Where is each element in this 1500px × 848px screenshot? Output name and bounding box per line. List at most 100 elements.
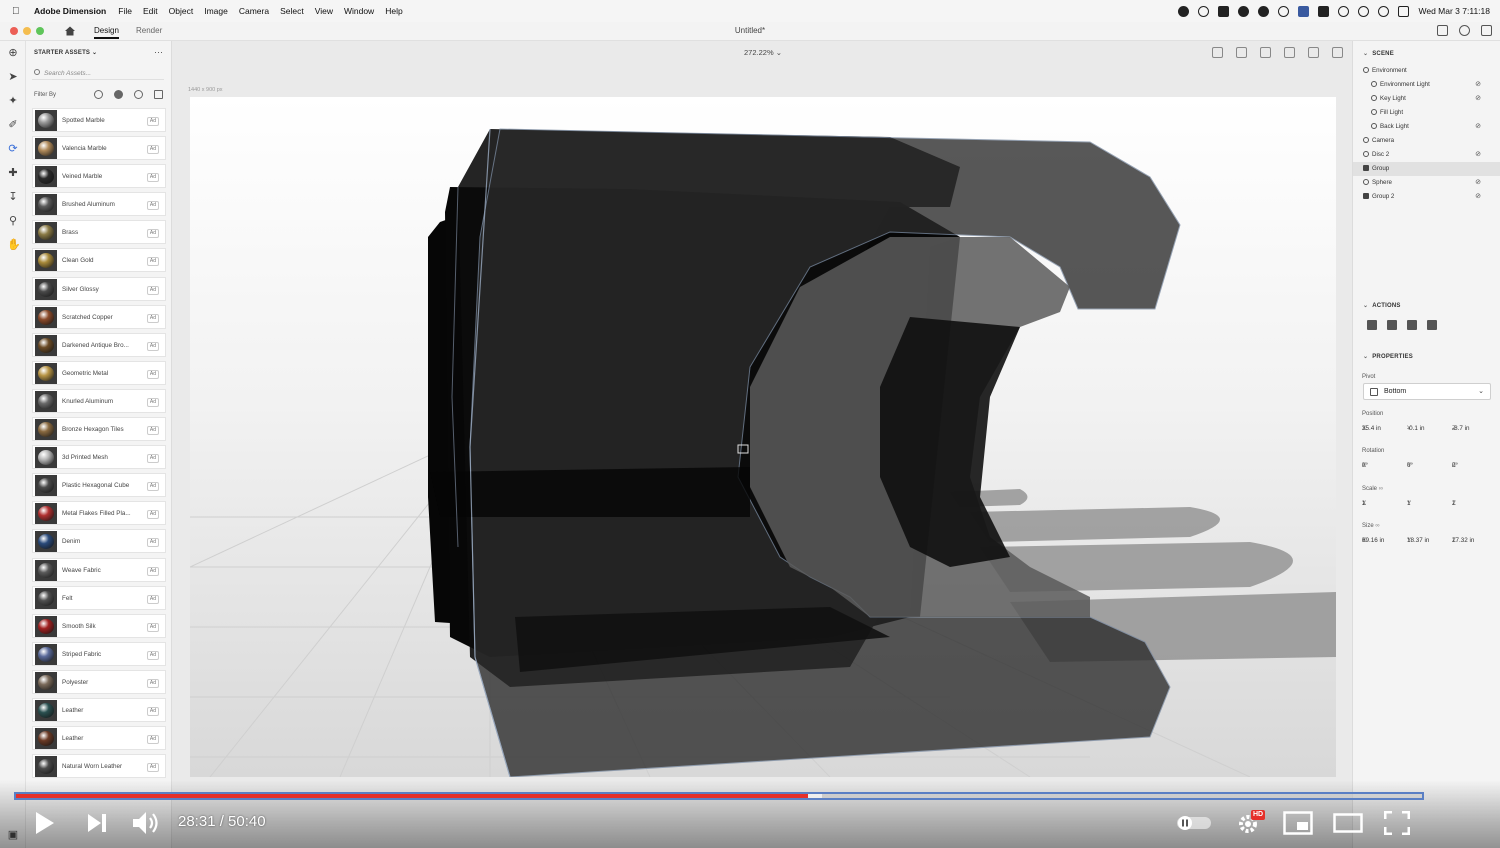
asset-item[interactable]: Scratched Copper Ad bbox=[32, 304, 166, 329]
asset-item[interactable]: Natural Worn Leather Ad bbox=[32, 754, 166, 779]
asset-item[interactable]: Denim Ad bbox=[32, 529, 166, 554]
asset-item[interactable]: Weave Fabric Ad bbox=[32, 557, 166, 582]
visibility-hidden-icon[interactable]: ⊘ bbox=[1475, 190, 1481, 204]
link-icon[interactable]: ∞ bbox=[1379, 486, 1383, 492]
scene-item[interactable]: Group bbox=[1353, 162, 1500, 176]
hand-tool-icon[interactable]: ✋ bbox=[7, 239, 21, 251]
asset-item[interactable]: Veined Marble Ad bbox=[32, 164, 166, 189]
menu-window[interactable]: Window bbox=[344, 6, 374, 16]
moon-icon[interactable] bbox=[1378, 5, 1390, 17]
zoom-tool-icon[interactable]: ⚲ bbox=[7, 215, 19, 227]
scene-item[interactable]: Key Light ⊘ bbox=[1353, 92, 1500, 106]
scene-item[interactable]: Back Light ⊘ bbox=[1353, 120, 1500, 134]
select-tool-icon[interactable]: ➤ bbox=[7, 71, 19, 83]
asset-item[interactable]: Leather Ad bbox=[32, 726, 166, 751]
visibility-hidden-icon[interactable]: ⊘ bbox=[1475, 78, 1481, 92]
trash-icon[interactable] bbox=[1367, 320, 1377, 330]
asset-item[interactable]: Plastic Hexagonal Cube Ad bbox=[32, 473, 166, 498]
help-icon[interactable] bbox=[1459, 25, 1470, 36]
scene-item[interactable]: Environment bbox=[1353, 64, 1500, 78]
asset-item[interactable]: Leather Ad bbox=[32, 697, 166, 722]
asset-item[interactable]: Smooth Silk Ad bbox=[32, 613, 166, 638]
asset-item[interactable]: Felt Ad bbox=[32, 585, 166, 610]
visibility-hidden-icon[interactable]: ⊘ bbox=[1475, 92, 1481, 106]
properties-section-header[interactable]: ⌄ PROPERTIES bbox=[1363, 353, 1413, 360]
drop-to-ground-icon[interactable] bbox=[1427, 320, 1437, 330]
asset-item[interactable]: Brushed Aluminum Ad bbox=[32, 192, 166, 217]
orbit-tool-icon[interactable]: ⟳ bbox=[7, 143, 19, 155]
add-content-icon[interactable]: ⊕ bbox=[7, 47, 19, 59]
menubar-clock[interactable]: Wed Mar 3 7:11:18 bbox=[1418, 6, 1490, 16]
asset-item[interactable]: Polyester Ad bbox=[32, 669, 166, 694]
cloud-icon[interactable] bbox=[1238, 5, 1250, 17]
volume-icon[interactable] bbox=[1318, 5, 1330, 17]
group-folder-icon[interactable] bbox=[1407, 320, 1417, 330]
pan-tool-icon[interactable]: ✚ bbox=[7, 167, 19, 179]
control-center-icon[interactable] bbox=[1398, 5, 1410, 17]
menu-file[interactable]: File bbox=[118, 6, 132, 16]
filter-lights-icon[interactable] bbox=[134, 90, 143, 99]
apple-icon[interactable]:  bbox=[12, 6, 30, 17]
menu-object[interactable]: Object bbox=[169, 6, 194, 16]
scene-item[interactable]: Environment Light ⊘ bbox=[1353, 78, 1500, 92]
play-icon[interactable] bbox=[34, 811, 56, 835]
scene-section-header[interactable]: ⌄ SCENE bbox=[1363, 50, 1394, 57]
flag-icon[interactable] bbox=[1298, 5, 1310, 17]
search-icon[interactable] bbox=[1358, 5, 1370, 17]
dropbox-icon[interactable] bbox=[1218, 5, 1230, 17]
close-window-button[interactable] bbox=[10, 27, 18, 35]
time-machine-icon[interactable] bbox=[1278, 5, 1290, 17]
3d-canvas[interactable] bbox=[190, 97, 1336, 777]
tab-design[interactable]: Design bbox=[94, 26, 119, 39]
scene-item[interactable]: Camera bbox=[1353, 134, 1500, 148]
redo-camera-icon[interactable] bbox=[1284, 47, 1295, 58]
menu-help[interactable]: Help bbox=[385, 6, 402, 16]
menu-image[interactable]: Image bbox=[204, 6, 228, 16]
asset-item[interactable]: Darkened Antique Bro... Ad bbox=[32, 332, 166, 357]
home-icon[interactable] bbox=[64, 25, 76, 37]
asset-item[interactable]: Striped Fabric Ad bbox=[32, 641, 166, 666]
asset-item[interactable]: 3d Printed Mesh Ad bbox=[32, 445, 166, 470]
duplicate-icon[interactable] bbox=[1387, 320, 1397, 330]
theater-mode-icon[interactable] bbox=[1333, 813, 1363, 833]
scene-item[interactable]: Sphere ⊘ bbox=[1353, 176, 1500, 190]
menu-camera[interactable]: Camera bbox=[239, 6, 269, 16]
pivot-select[interactable]: Bottom ⌄ bbox=[1363, 383, 1491, 400]
scene-item[interactable]: Disc 2 ⊘ bbox=[1353, 148, 1500, 162]
actions-section-header[interactable]: ⌄ ACTIONS bbox=[1363, 302, 1401, 309]
menu-select[interactable]: Select bbox=[280, 6, 304, 16]
filter-models-icon[interactable] bbox=[94, 90, 103, 99]
visibility-hidden-icon[interactable]: ⊘ bbox=[1475, 120, 1481, 134]
asset-item[interactable]: Bronze Hexagon Tiles Ad bbox=[32, 417, 166, 442]
snap-icon[interactable] bbox=[1308, 47, 1319, 58]
menu-view[interactable]: View bbox=[315, 6, 333, 16]
minimize-window-button[interactable] bbox=[23, 27, 31, 35]
link-icon[interactable]: ∞ bbox=[1375, 523, 1379, 529]
app-name-menu[interactable]: Adobe Dimension bbox=[34, 6, 106, 16]
asset-item[interactable]: Geometric Metal Ad bbox=[32, 360, 166, 385]
tab-render[interactable]: Render bbox=[136, 26, 162, 35]
asset-item[interactable]: Knurled Aluminum Ad bbox=[32, 388, 166, 413]
scene-item[interactable]: Fill Light bbox=[1353, 106, 1500, 120]
assets-header[interactable]: STARTER ASSETS ⌄ bbox=[34, 49, 97, 56]
creative-cloud-icon[interactable] bbox=[1198, 5, 1210, 17]
dolly-tool-icon[interactable]: ↧ bbox=[7, 191, 19, 203]
undo-camera-icon[interactable] bbox=[1260, 47, 1271, 58]
wifi-icon[interactable] bbox=[1338, 5, 1350, 17]
menu-edit[interactable]: Edit bbox=[143, 6, 158, 16]
asset-item[interactable]: Brass Ad bbox=[32, 220, 166, 245]
feedback-icon[interactable] bbox=[1481, 25, 1492, 36]
autoplay-toggle[interactable] bbox=[1176, 815, 1212, 831]
filter-materials-icon[interactable] bbox=[114, 90, 123, 99]
render-preview-icon[interactable] bbox=[1332, 47, 1343, 58]
asset-item[interactable]: Spotted Marble Ad bbox=[32, 108, 166, 132]
search-assets-input[interactable]: Search Assets... bbox=[32, 67, 164, 80]
zoom-level-dropdown[interactable]: 272.22% ⌄ bbox=[744, 48, 782, 57]
asset-item[interactable]: Silver Glossy Ad bbox=[32, 276, 166, 301]
asset-item[interactable]: Valencia Marble Ad bbox=[32, 136, 166, 161]
next-video-icon[interactable] bbox=[87, 813, 109, 833]
scene-item[interactable]: Group 2 ⊘ bbox=[1353, 190, 1500, 204]
record-icon[interactable] bbox=[1178, 5, 1190, 17]
magic-wand-icon[interactable]: ✦ bbox=[7, 95, 19, 107]
video-progress-bar[interactable] bbox=[14, 792, 1424, 800]
